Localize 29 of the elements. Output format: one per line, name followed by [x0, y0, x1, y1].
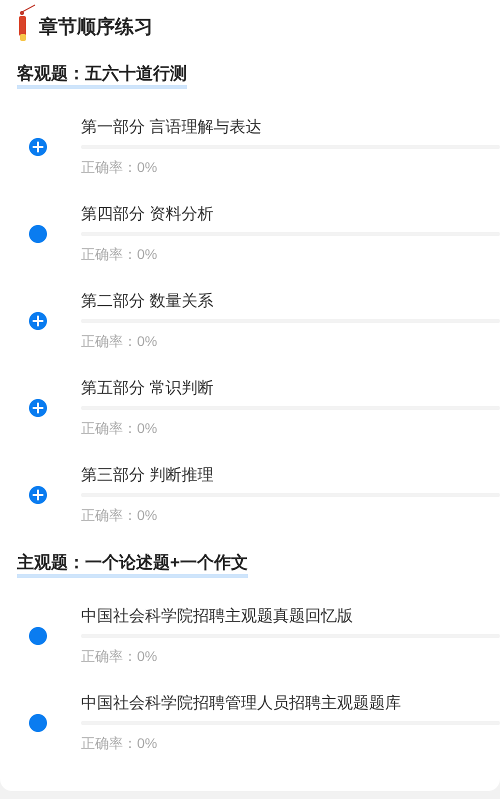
plus-circle-icon[interactable]	[29, 138, 47, 156]
chapter-item[interactable]: 中国社会科学院招聘管理人员招聘主观题题库 正确率：0%	[17, 679, 500, 766]
plus-circle-icon[interactable]	[29, 398, 47, 416]
section-heading: 客观题：五六十道行测	[17, 63, 187, 89]
accuracy-text: 正确率：0%	[81, 418, 158, 438]
chapter-title: 第四部分 资料分析	[81, 204, 214, 224]
chapter-item[interactable]: 第二部分 数量关系 正确率：0%	[17, 277, 500, 364]
chapter-title: 中国社会科学院招聘主观题真题回忆版	[81, 606, 354, 626]
accuracy-text: 正确率：0%	[81, 158, 158, 176]
chapter-item[interactable]: 第三部分 判断推理 正确率：0%	[17, 451, 500, 538]
accuracy-text: 正确率：0%	[81, 734, 158, 752]
chapter-title: 第二部分 数量关系	[81, 292, 214, 312]
chapter-title: 第三部分 判断推理	[81, 466, 214, 486]
chapter-item[interactable]: 中国社会科学院招聘主观题真题回忆版 正确率：0%	[17, 592, 500, 679]
accuracy-text: 正确率：0%	[81, 244, 158, 264]
plus-circle-icon[interactable]	[29, 486, 47, 504]
plus-circle-icon[interactable]	[29, 312, 47, 330]
accuracy-text: 正确率：0%	[81, 332, 158, 350]
chapter-item[interactable]: 第一部分 言语理解与表达 正确率：0%	[17, 103, 500, 190]
page-title: 章节顺序练习	[39, 16, 153, 40]
chapter-title: 第五部分 常识判断	[81, 378, 214, 398]
chapter-title: 第一部分 言语理解与表达	[81, 118, 262, 138]
chapter-item[interactable]: 第四部分 资料分析 正确率：0%	[17, 190, 500, 277]
firecracker-icon	[17, 4, 37, 44]
accuracy-text: 正确率：0%	[81, 646, 158, 666]
accuracy-text: 正确率：0%	[81, 506, 158, 524]
chapter-item[interactable]: 第五部分 常识判断 正确率：0%	[17, 364, 500, 451]
section-heading: 主观题：一个论述题+一个作文	[17, 552, 248, 578]
chapter-title: 中国社会科学院招聘管理人员招聘主观题题库	[81, 694, 402, 714]
